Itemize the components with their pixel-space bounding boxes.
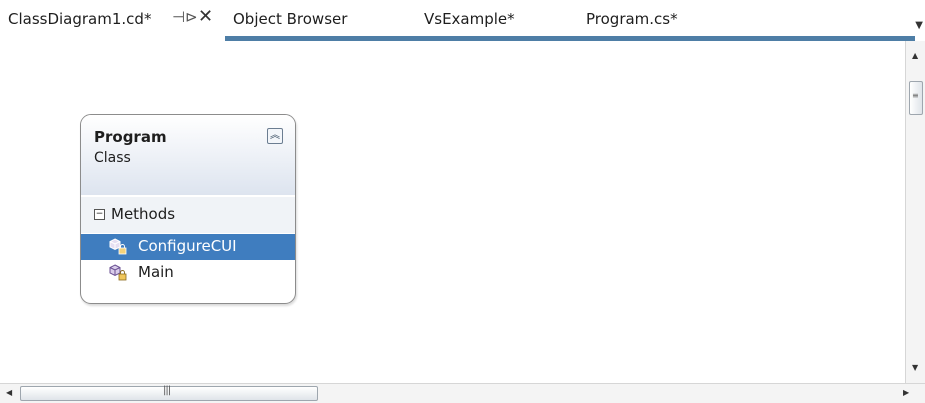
tab-program-cs[interactable]: Program.cs* [578,0,728,41]
member-row-configurecui[interactable]: ConfigureCUI [81,234,295,260]
section-label: Methods [111,205,176,223]
class-kind: Class [94,150,131,166]
tab-label: Object Browser [233,10,348,28]
tab-object-browser[interactable]: Object Browser [225,0,395,41]
document-tab-strip: ClassDiagram1.cd* ⊣⊳ ✕ Object Browser Vs… [0,0,925,41]
tab-label: VsExample* [424,10,515,28]
pin-icon[interactable]: ⊣⊳ [172,8,198,26]
class-shape-program[interactable]: Program Class ︽ − Methods ConfigureCUI M… [80,114,296,304]
tab-label: Program.cs* [586,10,678,28]
grip-icon: ||| [163,385,171,396]
double-chevron-up-icon[interactable]: ︽ [267,128,283,144]
tab-overflow-icon[interactable]: ▼ [915,20,923,31]
vertical-scroll-thumb[interactable]: ≡ [909,81,923,115]
horizontal-scrollbar[interactable]: ◀ ||| ▶ [0,383,925,403]
horizontal-scroll-thumb[interactable]: ||| [20,385,318,401]
arrow-left-icon[interactable]: ◀ [6,388,12,397]
tab-label: ClassDiagram1.cd* [8,10,152,28]
methods-section-header[interactable]: − Methods [81,197,295,233]
class-name: Program [94,128,167,146]
grip-icon: ≡ [912,91,919,100]
tab-vsexample[interactable]: VsExample* [416,0,566,41]
arrow-down-icon[interactable]: ▼ [912,363,918,372]
tab-classdiagram[interactable]: ClassDiagram1.cd* ⊣⊳ ✕ [0,0,225,41]
minus-box-icon[interactable]: − [94,209,105,220]
private-method-icon [109,238,127,255]
member-label: Main [138,263,174,281]
close-icon[interactable]: ✕ [198,6,213,27]
private-method-icon [109,264,127,281]
member-label: ConfigureCUI [138,237,237,255]
arrow-up-icon[interactable]: ▲ [912,51,918,60]
class-shape-header[interactable]: Program Class ︽ [81,115,295,195]
member-row-main[interactable]: Main [81,260,295,286]
vertical-scrollbar[interactable]: ▲ ≡ ▼ [905,41,925,383]
arrow-right-icon[interactable]: ▶ [903,388,909,397]
